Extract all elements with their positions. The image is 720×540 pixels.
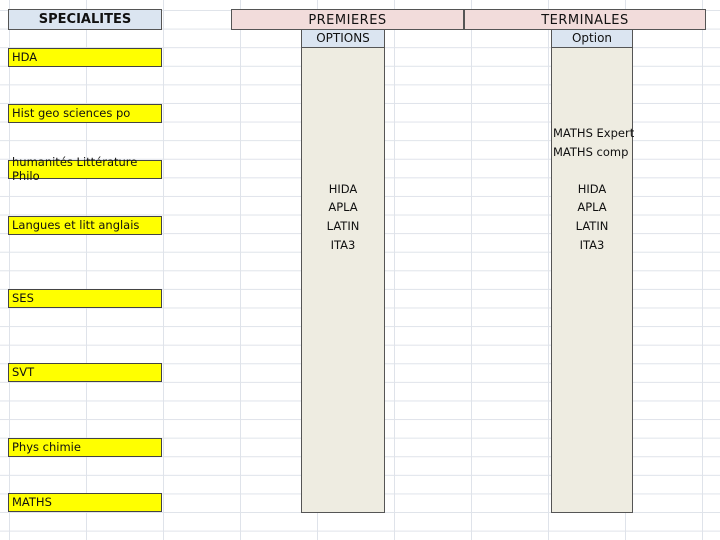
specialite-cell: SVT (8, 363, 162, 382)
specialite-cell: Phys chimie (8, 438, 162, 457)
terminales-option-item: ITA3 (579, 238, 605, 252)
terminales-option-item: LATIN (575, 219, 609, 233)
premieres-option-item: APLA (328, 200, 358, 214)
terminales-option-item: APLA (577, 200, 607, 214)
terminales-header: TERMINALES (464, 9, 706, 30)
specialites-header: SPECIALITES (8, 9, 162, 30)
specialite-cell: HDA (8, 48, 162, 67)
premieres-option-item: ITA3 (330, 238, 356, 252)
premieres-options-header: OPTIONS (301, 29, 385, 48)
terminales-option-column (551, 47, 633, 513)
premieres-option-item: HIDA (328, 182, 358, 196)
specialite-cell: MATHS (8, 493, 162, 512)
premieres-options-column (301, 47, 385, 513)
terminales-option-header: Option (551, 29, 633, 48)
specialite-cell: humanités Littérature Philo (8, 155, 162, 182)
premieres-header: PREMIERES (231, 9, 464, 30)
terminales-option-item: HIDA (577, 182, 607, 196)
specialite-cell: Hist geo sciences po (8, 104, 162, 123)
specialite-cell: SES (8, 289, 162, 308)
premieres-option-item: LATIN (326, 219, 360, 233)
terminales-extra-item: MATHS comp (553, 145, 629, 159)
terminales-extra-item: MATHS Expert (553, 126, 635, 140)
specialite-cell: Langues et litt anglais (8, 216, 162, 235)
